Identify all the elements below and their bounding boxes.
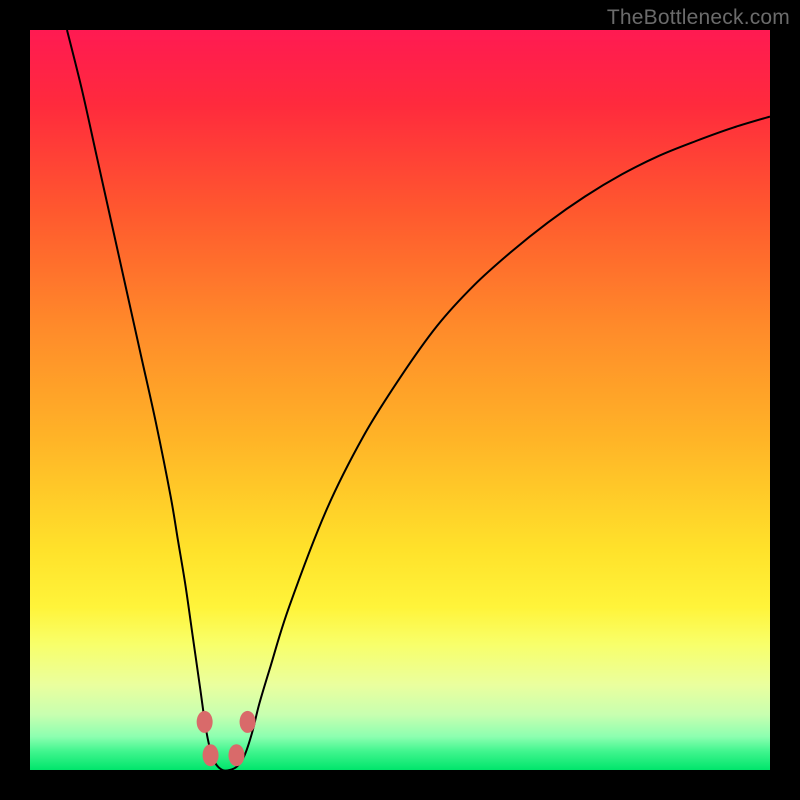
plot-area (30, 30, 770, 770)
curve-marker (228, 744, 244, 766)
curve-marker (240, 711, 256, 733)
watermark-text: TheBottleneck.com (607, 6, 790, 30)
chart-svg (30, 30, 770, 770)
chart-frame: TheBottleneck.com (0, 0, 800, 800)
gradient-background (30, 30, 770, 770)
curve-marker (203, 744, 219, 766)
curve-marker (197, 711, 213, 733)
